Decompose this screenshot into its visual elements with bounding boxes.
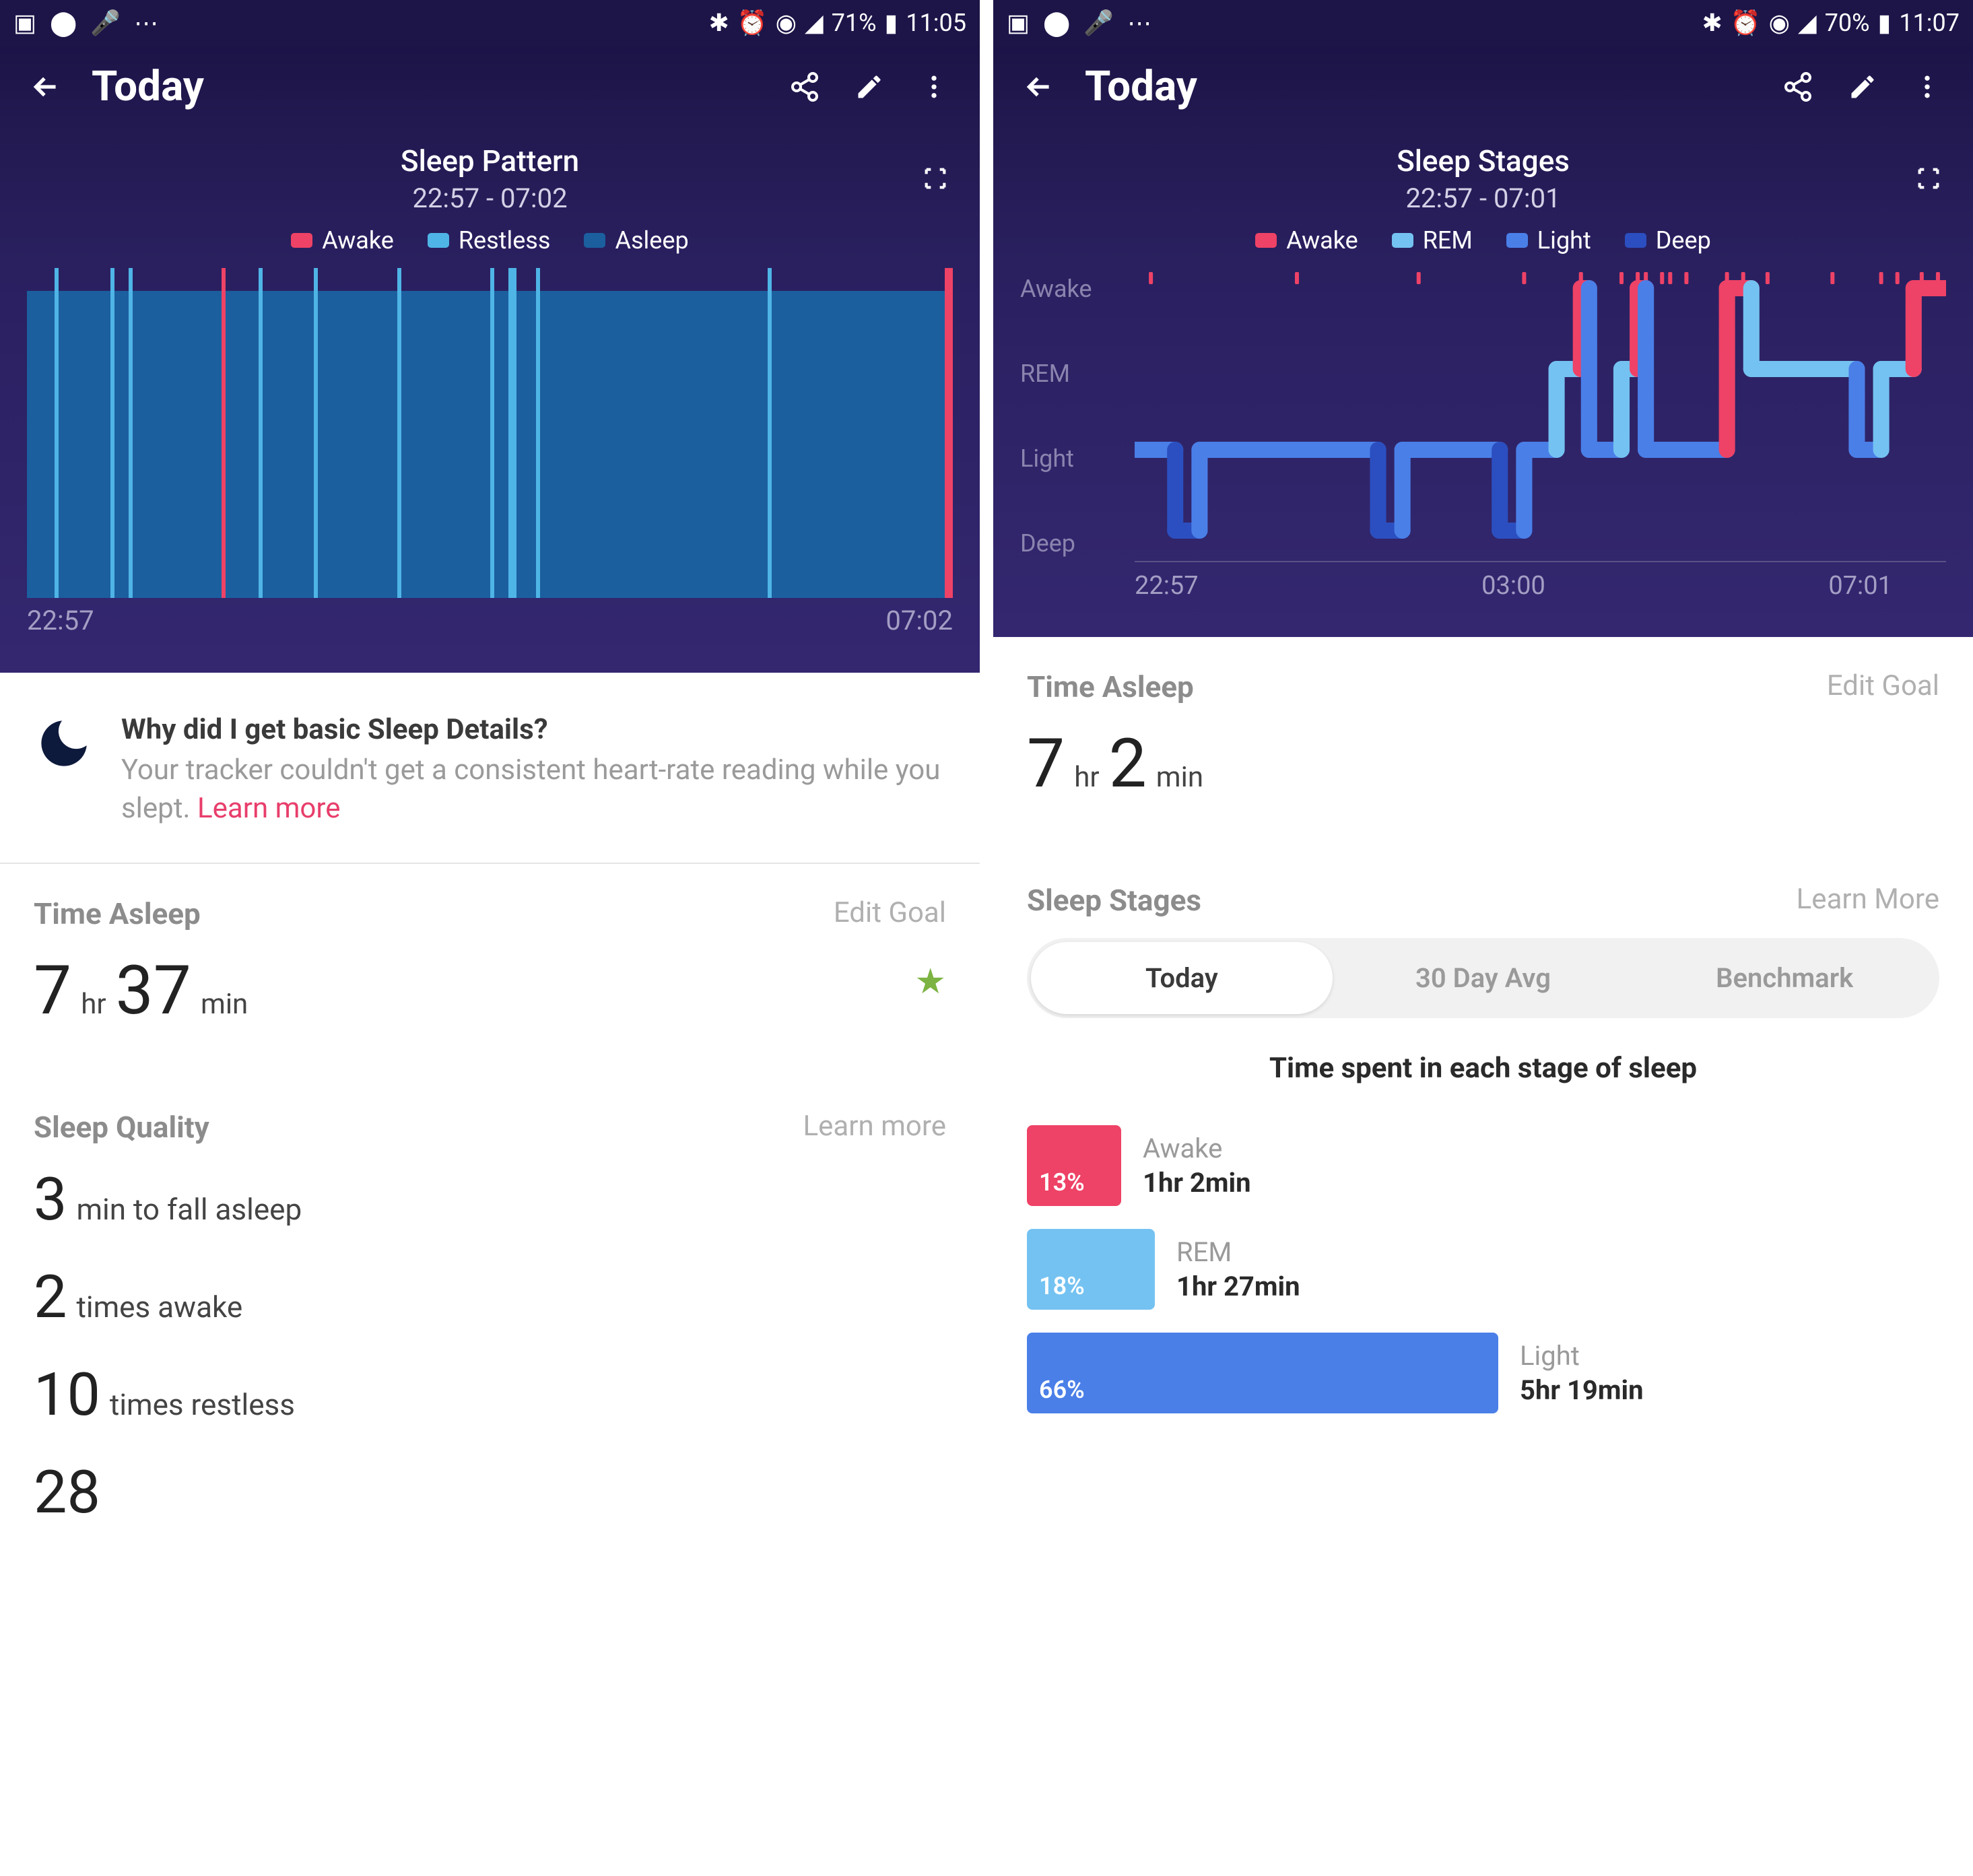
battery-pct: 70% (1825, 9, 1870, 37)
learn-more-link[interactable]: Learn more (197, 792, 340, 825)
tab-30day[interactable]: 30 Day Avg (1333, 942, 1634, 1014)
hours-value: 7 (1027, 725, 1065, 803)
battery-icon: ▮ (1878, 9, 1892, 37)
edit-icon[interactable] (850, 68, 888, 106)
bluetooth-icon: ✱ (709, 9, 729, 37)
section-title: Time Asleep (34, 896, 201, 931)
status-bar: ▣ ⬤ 🎤 ⋯ ✱ ⏰ ◉ ◢ 70% ▮ 11:07 (993, 0, 1973, 46)
clock: 11:07 (1899, 9, 1960, 37)
segmented-control: Today 30 Day Avg Benchmark (1027, 938, 1939, 1018)
page-title: Today (1085, 62, 1752, 111)
stage-row: 66% Light 5hr 19min (1027, 1333, 1939, 1413)
status-bar: ▣ ⬤ 🎤 ⋯ ✱ ⏰ ◉ ◢ 71% ▮ 11:05 (0, 0, 980, 46)
stage-duration: 5hr 19min (1520, 1374, 1644, 1406)
section-title: Sleep Quality (34, 1110, 209, 1145)
share-icon[interactable] (1779, 68, 1817, 106)
back-icon[interactable] (27, 68, 65, 106)
stage-bar: 18% (1027, 1229, 1155, 1310)
edit-goal-link[interactable]: Edit Goal (1827, 669, 1939, 702)
sleep-pattern-chart[interactable]: 22:57 07:02 (0, 268, 980, 673)
expand-icon[interactable] (1915, 165, 1942, 192)
xaxis-end: 07:01 (1828, 571, 1892, 601)
time-asleep-section: Time Asleep Edit Goal 7 hr 2 min (993, 637, 1973, 850)
stage-duration: 1hr 27min (1176, 1271, 1300, 1302)
battery-icon: ▮ (885, 9, 898, 37)
sleep-quality-section: Sleep Quality Learn more 3min to fall as… (0, 1077, 980, 1569)
edit-icon[interactable] (1844, 68, 1881, 106)
image-icon: ▣ (13, 9, 36, 37)
battery-pct: 71% (832, 9, 877, 37)
hours-value: 7 (34, 951, 71, 1030)
chart-range: 22:57 - 07:02 (27, 182, 953, 214)
tab-today[interactable]: Today (1031, 942, 1333, 1014)
alarm-icon: ⏰ (737, 9, 768, 37)
stage-row: 18% REM 1hr 27min (1027, 1229, 1939, 1310)
location-icon: ⬤ (50, 9, 77, 37)
mic-icon: 🎤 (90, 9, 121, 37)
xaxis-start: 22:57 (1135, 571, 1199, 601)
phone-left: ▣ ⬤ 🎤 ⋯ ✱ ⏰ ◉ ◢ 71% ▮ 11:05 Today (0, 0, 980, 1876)
chart-header-right: Sleep Stages 22:57 - 07:01 Awake REM Lig… (993, 138, 1973, 268)
section-title: Time Asleep (1027, 669, 1194, 704)
chart-title: Sleep Stages (1020, 143, 1946, 178)
chart-legend: Awake Restless Asleep (27, 226, 953, 268)
stage-name: REM (1176, 1236, 1300, 1268)
learn-more-link[interactable]: Learn more (803, 1110, 946, 1143)
image-icon: ▣ (1007, 9, 1030, 37)
mic-icon: 🎤 (1083, 9, 1114, 37)
bluetooth-icon: ✱ (1702, 9, 1723, 37)
menu-icon[interactable] (1908, 68, 1946, 106)
info-card: Why did I get basic Sleep Details? Your … (0, 673, 980, 864)
sleep-stages-chart[interactable]: Awake REM Light Deep 22:57 03:00 07:01 (993, 268, 1973, 637)
chart-range: 22:57 - 07:01 (1020, 182, 1946, 214)
more-icon: ⋯ (1127, 9, 1151, 37)
chart-header-left: Sleep Pattern 22:57 - 07:02 Awake Restle… (0, 138, 980, 268)
stage-subtitle: Time spent in each stage of sleep (1027, 1052, 1939, 1085)
phone-right: ▣ ⬤ 🎤 ⋯ ✱ ⏰ ◉ ◢ 70% ▮ 11:07 Today (993, 0, 1973, 1876)
info-text: Your tracker couldn't get a consistent h… (121, 751, 946, 828)
stage-duration: 1hr 2min (1143, 1167, 1251, 1199)
signal-icon: ◢ (805, 9, 824, 37)
stage-name: Awake (1143, 1133, 1251, 1164)
tab-benchmark[interactable]: Benchmark (1634, 942, 1935, 1014)
xaxis-start: 22:57 (27, 605, 94, 636)
menu-icon[interactable] (915, 68, 953, 106)
page-title: Today (92, 62, 759, 111)
app-header: Today (0, 46, 980, 138)
wifi-icon: ◉ (1769, 9, 1790, 37)
back-icon[interactable] (1020, 68, 1058, 106)
section-title: Sleep Stages (1027, 883, 1201, 918)
signal-icon: ◢ (1798, 9, 1817, 37)
sleep-stages-section: Sleep Stages Learn More Today 30 Day Avg… (993, 850, 1973, 1450)
stage-bar: 13% (1027, 1125, 1121, 1206)
info-title: Why did I get basic Sleep Details? (121, 713, 946, 746)
chart-legend: Awake REM Light Deep (1020, 226, 1946, 268)
moon-icon (34, 713, 94, 774)
xaxis-end: 07:02 (885, 605, 953, 636)
more-icon: ⋯ (134, 9, 158, 37)
chart-title: Sleep Pattern (27, 143, 953, 178)
star-icon: ★ (914, 961, 946, 1002)
alarm-icon: ⏰ (1731, 9, 1761, 37)
stage-row: 13% Awake 1hr 2min (1027, 1125, 1939, 1206)
wifi-icon: ◉ (776, 9, 797, 37)
share-icon[interactable] (786, 68, 824, 106)
minutes-value: 37 (116, 951, 191, 1030)
edit-goal-link[interactable]: Edit Goal (834, 896, 946, 929)
learn-more-link[interactable]: Learn More (1797, 883, 1939, 916)
app-header: Today (993, 46, 1973, 138)
minutes-value: 2 (1109, 725, 1147, 803)
stage-name: Light (1520, 1340, 1644, 1372)
clock: 11:05 (906, 9, 966, 37)
time-asleep-section: Time Asleep Edit Goal 7 hr 37 min ★ (0, 864, 980, 1077)
expand-icon[interactable] (922, 165, 949, 192)
stage-bar: 66% (1027, 1333, 1498, 1413)
xaxis-mid: 03:00 (1481, 571, 1545, 601)
location-icon: ⬤ (1043, 9, 1070, 37)
